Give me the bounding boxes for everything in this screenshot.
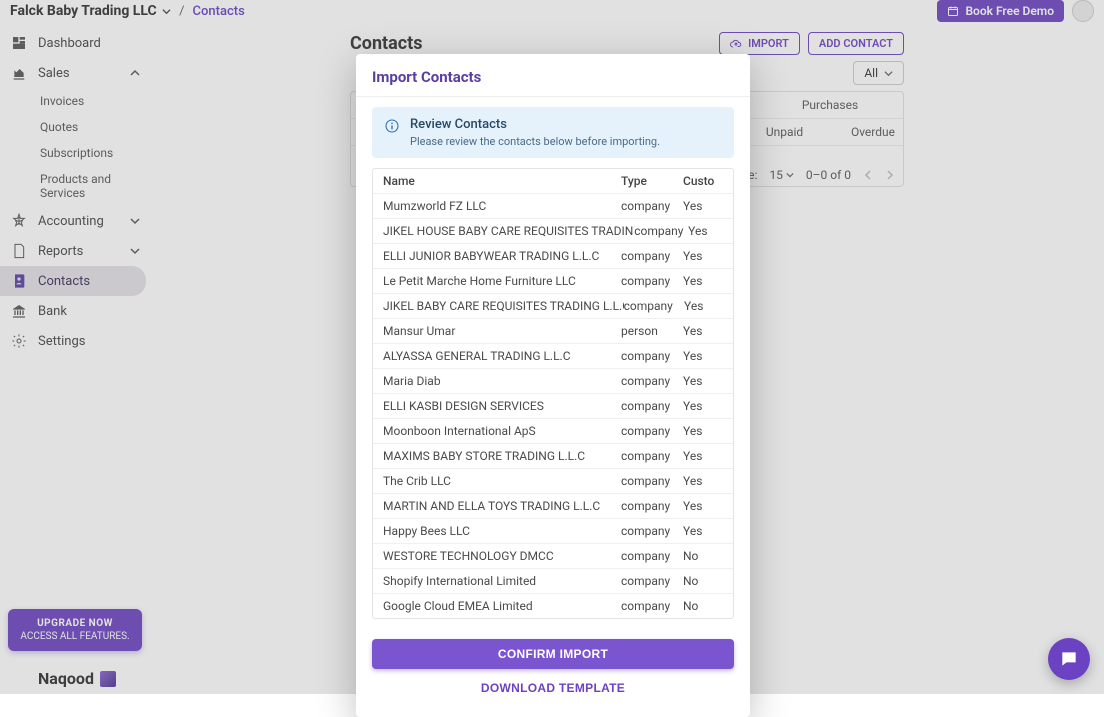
review-name: Le Petit Marche Home Furniture LLC	[383, 274, 621, 288]
review-row: Happy Bees LLCcompanyYes	[373, 519, 733, 544]
review-table: Name Type Custo Mumzworld FZ LLCcompanyY…	[372, 168, 734, 619]
confirm-import-label: CONFIRM IMPORT	[498, 647, 608, 661]
review-row: Le Petit Marche Home Furniture LLCcompan…	[373, 269, 733, 294]
review-name: Happy Bees LLC	[383, 524, 621, 538]
review-row: ELLI KASBI DESIGN SERVICEScompanyYes	[373, 394, 733, 419]
review-name: Mumzworld FZ LLC	[383, 199, 621, 213]
review-type: company	[621, 599, 683, 613]
review-customer: Yes	[683, 399, 723, 413]
review-type: company	[624, 299, 684, 313]
review-name: ELLI JUNIOR BABYWEAR TRADING L.L.C	[383, 249, 621, 263]
review-name: ALYASSA GENERAL TRADING L.L.C	[383, 349, 621, 363]
review-row: MARTIN AND ELLA TOYS TRADING L.L.Ccompan…	[373, 494, 733, 519]
review-type: company	[621, 499, 683, 513]
review-name: MAXIMS BABY STORE TRADING L.L.C	[383, 449, 621, 463]
review-row: Mumzworld FZ LLCcompanyYes	[373, 194, 733, 219]
review-type: company	[621, 274, 683, 288]
review-type: company	[621, 449, 683, 463]
review-row: Google Cloud EMEA LimitedcompanyNo	[373, 594, 733, 618]
col-name-header: Name	[383, 174, 621, 188]
review-row: Moonboon International ApScompanyYes	[373, 419, 733, 444]
banner-title: Review Contacts	[410, 117, 660, 132]
confirm-import-button[interactable]: CONFIRM IMPORT	[372, 639, 734, 669]
info-icon	[384, 118, 400, 134]
review-customer: Yes	[683, 249, 723, 263]
review-name: Moonboon International ApS	[383, 424, 621, 438]
review-row: Mansur UmarpersonYes	[373, 319, 733, 344]
download-template-button[interactable]: DOWNLOAD TEMPLATE	[372, 675, 734, 701]
review-customer: Yes	[688, 224, 723, 238]
review-customer: No	[683, 599, 723, 613]
review-row: Shopify International LimitedcompanyNo	[373, 569, 733, 594]
review-customer: Yes	[683, 324, 723, 338]
review-type: company	[621, 349, 683, 363]
import-contacts-modal: Import Contacts Review Contacts Please r…	[356, 54, 750, 717]
review-type: company	[621, 549, 683, 563]
col-customer-header: Custo	[683, 174, 723, 188]
review-name: ELLI KASBI DESIGN SERVICES	[383, 399, 621, 413]
review-customer: Yes	[683, 499, 723, 513]
review-customer: Yes	[684, 299, 723, 313]
review-customer: Yes	[683, 274, 723, 288]
review-name: WESTORE TECHNOLOGY DMCC	[383, 549, 621, 563]
review-type: company	[621, 399, 683, 413]
review-name: JIKEL BABY CARE REQUISITES TRADING L.L.C	[383, 299, 624, 313]
review-row: ELLI JUNIOR BABYWEAR TRADING L.L.Ccompan…	[373, 244, 733, 269]
review-name: JIKEL HOUSE BABY CARE REQUISITES TRADING…	[383, 224, 634, 238]
review-type: company	[621, 574, 683, 588]
banner-subtitle: Please review the contacts below before …	[410, 135, 660, 148]
review-type: company	[621, 424, 683, 438]
review-row: MAXIMS BABY STORE TRADING L.L.CcompanyYe…	[373, 444, 733, 469]
review-row: JIKEL BABY CARE REQUISITES TRADING L.L.C…	[373, 294, 733, 319]
review-row: The Crib LLCcompanyYes	[373, 469, 733, 494]
review-row: ALYASSA GENERAL TRADING L.L.CcompanyYes	[373, 344, 733, 369]
review-name: The Crib LLC	[383, 474, 621, 488]
review-type: company	[621, 249, 683, 263]
review-customer: No	[683, 549, 723, 563]
review-type: person	[621, 324, 683, 338]
review-name: Google Cloud EMEA Limited	[383, 599, 621, 613]
download-template-label: DOWNLOAD TEMPLATE	[481, 681, 625, 695]
chat-icon	[1059, 649, 1079, 669]
review-customer: Yes	[683, 374, 723, 388]
col-type-header: Type	[621, 174, 683, 188]
chat-fab[interactable]	[1048, 638, 1090, 680]
review-name: Mansur Umar	[383, 324, 621, 338]
review-type: company	[621, 374, 683, 388]
review-customer: Yes	[683, 524, 723, 538]
review-customer: Yes	[683, 449, 723, 463]
review-name: Shopify International Limited	[383, 574, 621, 588]
modal-title: Import Contacts	[372, 68, 734, 86]
review-customer: Yes	[683, 424, 723, 438]
review-type: company	[621, 524, 683, 538]
review-table-head: Name Type Custo	[373, 169, 733, 194]
review-customer: Yes	[683, 349, 723, 363]
review-type: company	[621, 199, 683, 213]
review-name: Maria Diab	[383, 374, 621, 388]
review-customer: No	[683, 574, 723, 588]
review-type: company	[621, 474, 683, 488]
review-customer: Yes	[683, 199, 723, 213]
review-row: Maria DiabcompanyYes	[373, 369, 733, 394]
review-row: JIKEL HOUSE BABY CARE REQUISITES TRADING…	[373, 219, 733, 244]
review-row: WESTORE TECHNOLOGY DMCCcompanyNo	[373, 544, 733, 569]
review-type: company	[634, 224, 688, 238]
review-banner: Review Contacts Please review the contac…	[372, 107, 734, 158]
review-name: MARTIN AND ELLA TOYS TRADING L.L.C	[383, 499, 621, 513]
review-customer: Yes	[683, 474, 723, 488]
